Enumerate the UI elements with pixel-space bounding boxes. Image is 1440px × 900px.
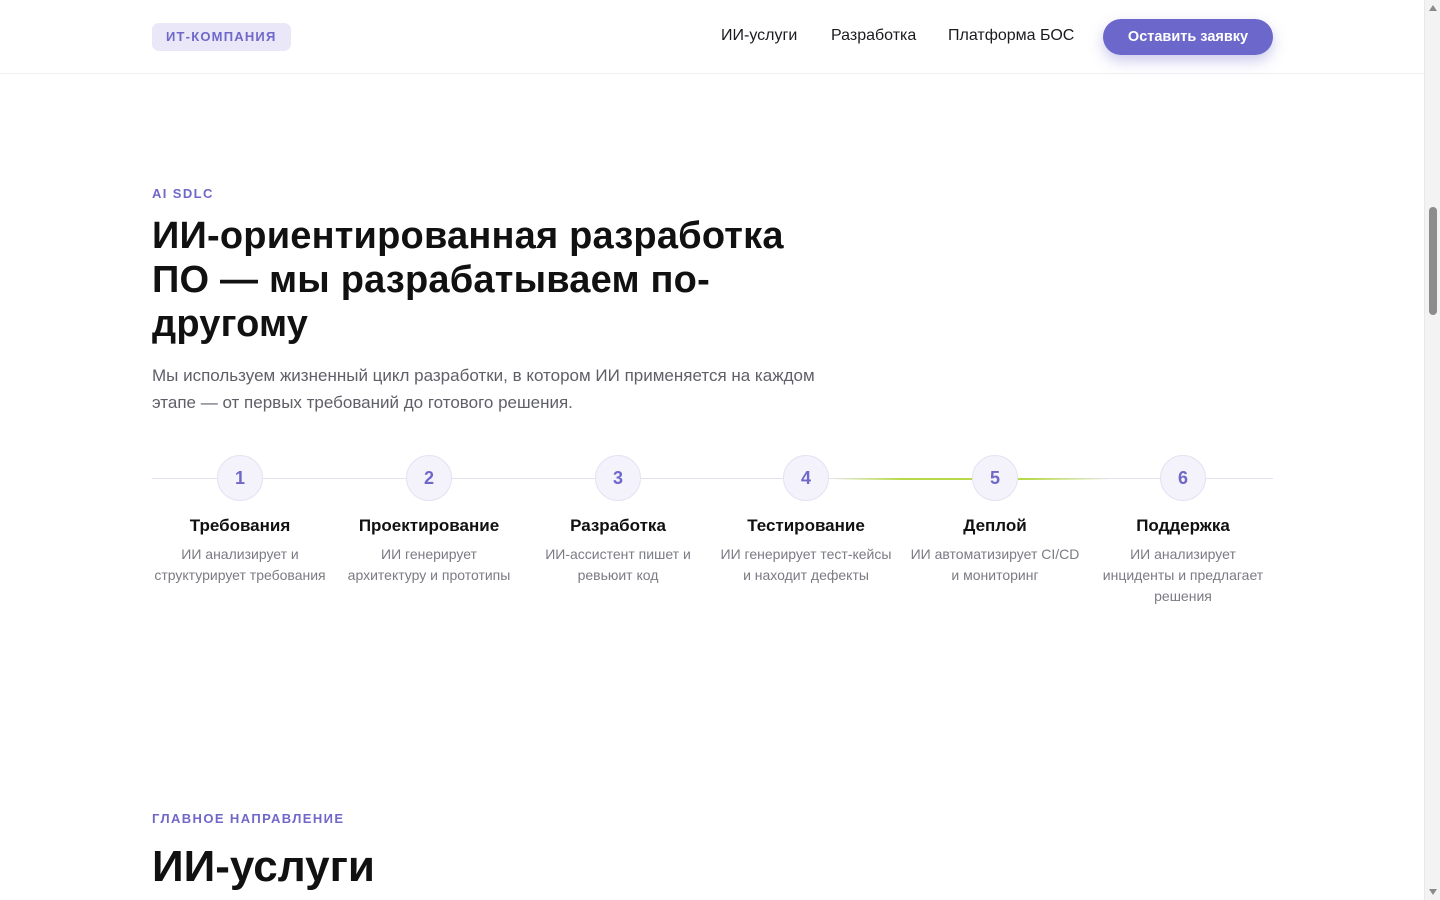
step-title: Поддержка	[1136, 516, 1230, 535]
section-eyebrow-ai-sdlc: AI SDLC	[152, 186, 214, 201]
scroll-up-arrow-icon[interactable]	[1429, 5, 1437, 11]
step-support: 6 Поддержка ИИ анализирует инциденты и п…	[1095, 455, 1271, 607]
step-title: Требования	[189, 516, 291, 535]
step-description: ИИ анализирует и структурирует требовани…	[154, 546, 326, 583]
step-testing: 4 Тестирование ИИ генерирует тест-кейсы …	[718, 455, 894, 586]
step-number: 5	[972, 455, 1018, 501]
step-description: ИИ автоматизирует CI/CD и мониторинг	[910, 546, 1080, 583]
step-description: ИИ генерирует архитектуру и прототипы	[347, 546, 511, 583]
step-number: 4	[783, 455, 829, 501]
step-development: 3 Разработка ИИ-ассистент пишет и ревьюи…	[530, 455, 706, 586]
step-title: Тестирование	[747, 516, 865, 535]
nav-item-bos-platform[interactable]: Платформа БОС	[948, 27, 1074, 45]
step-number: 3	[595, 455, 641, 501]
section-title-ai-services: ИИ-услуги	[152, 842, 375, 891]
step-title: Деплой	[963, 516, 1027, 535]
site-header: ИТ-КОМПАНИЯ ИИ-услуги Разработка Платфор…	[0, 0, 1424, 74]
nav-item-development[interactable]: Разработка	[831, 27, 916, 45]
step-description: ИИ анализирует инциденты и предлагает ре…	[1102, 546, 1264, 604]
nav-item-ai-services[interactable]: ИИ-услуги	[721, 27, 797, 45]
section-eyebrow-main-direction: ГЛАВНОЕ НАПРАВЛЕНИЕ	[152, 811, 345, 826]
step-deploy: 5 Деплой ИИ автоматизирует CI/CD и монит…	[907, 455, 1083, 586]
hero-subtitle: Мы используем жизненный цикл разработки,…	[152, 366, 815, 412]
sdlc-steps: 1 Требования ИИ анализирует и структурир…	[152, 455, 1273, 615]
step-description: ИИ генерирует тест-кейсы и находит дефек…	[720, 546, 892, 583]
step-number: 1	[217, 455, 263, 501]
scrollbar[interactable]	[1424, 0, 1440, 900]
page: ИТ-КОМПАНИЯ ИИ-услуги Разработка Платфор…	[0, 0, 1424, 900]
step-number: 6	[1160, 455, 1206, 501]
hero-title: ИИ-ориентированная разработка ПО — мы ра…	[152, 215, 784, 345]
logo[interactable]: ИТ-КОМПАНИЯ	[152, 23, 291, 51]
submit-request-button[interactable]: Оставить заявку	[1103, 19, 1273, 55]
step-requirements: 1 Требования ИИ анализирует и структурир…	[152, 455, 328, 586]
step-design: 2 Проектирование ИИ генерирует архитекту…	[341, 455, 517, 586]
step-title: Разработка	[570, 516, 666, 535]
scrollbar-thumb[interactable]	[1429, 207, 1437, 315]
step-description: ИИ-ассистент пишет и ревьюит код	[545, 546, 691, 583]
scroll-down-arrow-icon[interactable]	[1429, 889, 1437, 895]
step-title: Проектирование	[358, 516, 500, 535]
step-number: 2	[406, 455, 452, 501]
